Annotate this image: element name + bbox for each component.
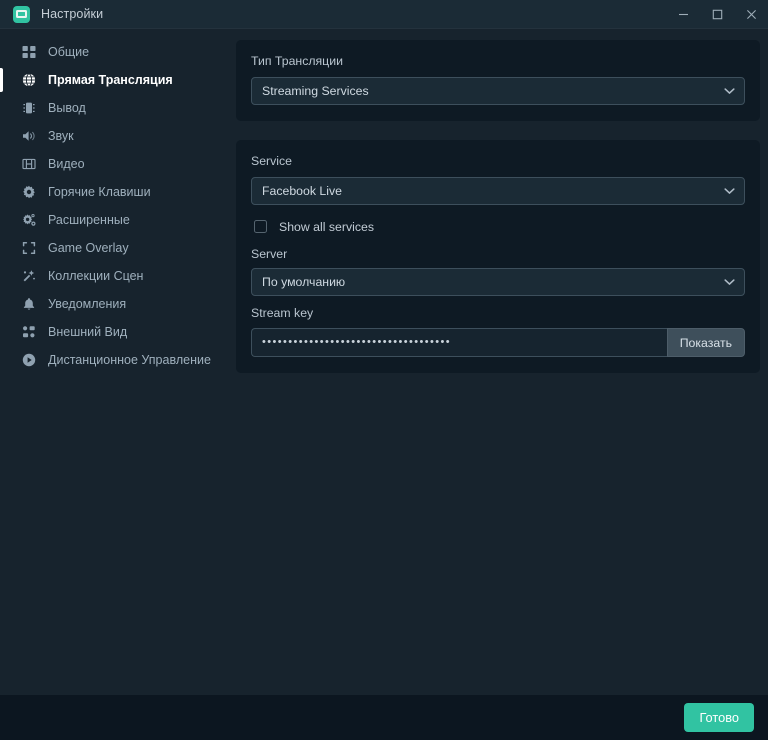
- sidebar-item-label: Game Overlay: [48, 241, 129, 255]
- settings-window: Настройки Общие Прямая Трансляция Вывод …: [0, 0, 768, 740]
- service-value: Facebook Live: [262, 183, 342, 198]
- gears-icon: [21, 212, 37, 228]
- sidebar-item-label: Звук: [48, 129, 74, 143]
- title-bar: Настройки: [0, 0, 768, 29]
- sidebar-item-output[interactable]: Вывод: [0, 94, 232, 122]
- sidebar-item-video[interactable]: Видео: [0, 150, 232, 178]
- stream-key-input[interactable]: ••••••••••••••••••••••••••••••••••••: [251, 328, 667, 357]
- sidebar-item-appearance[interactable]: Внешний Вид: [0, 318, 232, 346]
- sidebar-item-label: Горячие Клавиши: [48, 185, 151, 199]
- gear-icon: [21, 184, 37, 200]
- expand-icon: [21, 240, 37, 256]
- sidebar-item-label: Видео: [48, 157, 85, 171]
- stream-key-label: Stream key: [251, 306, 314, 321]
- close-icon[interactable]: [734, 0, 768, 29]
- sidebar-item-label: Коллекции Сцен: [48, 269, 144, 283]
- window-body: Общие Прямая Трансляция Вывод Звук Видео…: [0, 29, 768, 695]
- server-label: Server: [251, 246, 288, 261]
- service-label: Service: [251, 153, 293, 168]
- service-select[interactable]: Facebook Live: [251, 176, 745, 205]
- stream-key-masked-value: ••••••••••••••••••••••••••••••••••••: [262, 337, 452, 348]
- stream-type-panel: Тип Трансляции Streaming Services: [236, 40, 760, 121]
- sidebar-item-hotkeys[interactable]: Горячие Клавиши: [0, 178, 232, 206]
- chevron-down-icon: [724, 279, 735, 286]
- server-select[interactable]: По умолчанию: [251, 268, 745, 297]
- sidebar-item-general[interactable]: Общие: [0, 38, 232, 66]
- sidebar-item-label: Дистанционное Управление: [48, 353, 211, 367]
- sidebar-item-label: Уведомления: [48, 297, 127, 311]
- chevron-down-icon: [724, 87, 735, 94]
- show-stream-key-button[interactable]: Показать: [666, 328, 745, 357]
- settings-sidebar: Общие Прямая Трансляция Вывод Звук Видео…: [0, 29, 232, 695]
- show-all-services-label: Show all services: [279, 219, 374, 234]
- sidebar-item-stream[interactable]: Прямая Трансляция: [0, 66, 232, 94]
- bell-icon: [21, 296, 37, 312]
- window-controls: [666, 0, 768, 29]
- layout-icon: [21, 324, 37, 340]
- globe-icon: [21, 72, 37, 88]
- maximize-icon[interactable]: [700, 0, 734, 29]
- sidebar-item-remote-control[interactable]: Дистанционное Управление: [0, 346, 232, 374]
- sidebar-item-notifications[interactable]: Уведомления: [0, 290, 232, 318]
- sidebar-item-audio[interactable]: Звук: [0, 122, 232, 150]
- minimize-icon[interactable]: [666, 0, 700, 29]
- sidebar-item-label: Расширенные: [48, 213, 130, 227]
- stream-type-value: Streaming Services: [262, 83, 369, 98]
- service-panel: Service Facebook Live Show all services …: [236, 139, 760, 373]
- streamlabs-icon: [13, 5, 30, 23]
- sidebar-item-label: Внешний Вид: [48, 325, 128, 339]
- wand-icon: [21, 268, 37, 284]
- speaker-icon: [21, 128, 37, 144]
- show-all-services-row[interactable]: Show all services: [251, 216, 745, 238]
- stream-type-select[interactable]: Streaming Services: [251, 76, 745, 105]
- chip-icon: [21, 100, 37, 116]
- window-title: Настройки: [41, 7, 104, 21]
- sidebar-item-label: Прямая Трансляция: [48, 73, 173, 87]
- stream-type-label: Тип Трансляции: [251, 54, 343, 68]
- done-button[interactable]: Готово: [684, 703, 754, 732]
- show-all-services-checkbox[interactable]: [254, 220, 267, 233]
- sidebar-item-game-overlay[interactable]: Game Overlay: [0, 234, 232, 262]
- sidebar-item-label: Вывод: [48, 101, 86, 115]
- footer-bar: Готово: [0, 695, 768, 740]
- film-icon: [21, 156, 37, 172]
- server-value: По умолчанию: [262, 275, 346, 290]
- settings-content: Тип Трансляции Streaming Services Servic…: [232, 29, 768, 695]
- sidebar-item-label: Общие: [48, 45, 90, 59]
- play-circle-icon: [21, 352, 37, 368]
- sidebar-item-advanced[interactable]: Расширенные: [0, 206, 232, 234]
- grid-icon: [21, 44, 37, 60]
- sidebar-item-scene-collections[interactable]: Коллекции Сцен: [0, 262, 232, 290]
- chevron-down-icon: [724, 187, 735, 194]
- stream-key-row: •••••••••••••••••••••••••••••••••••• Пок…: [251, 328, 745, 357]
